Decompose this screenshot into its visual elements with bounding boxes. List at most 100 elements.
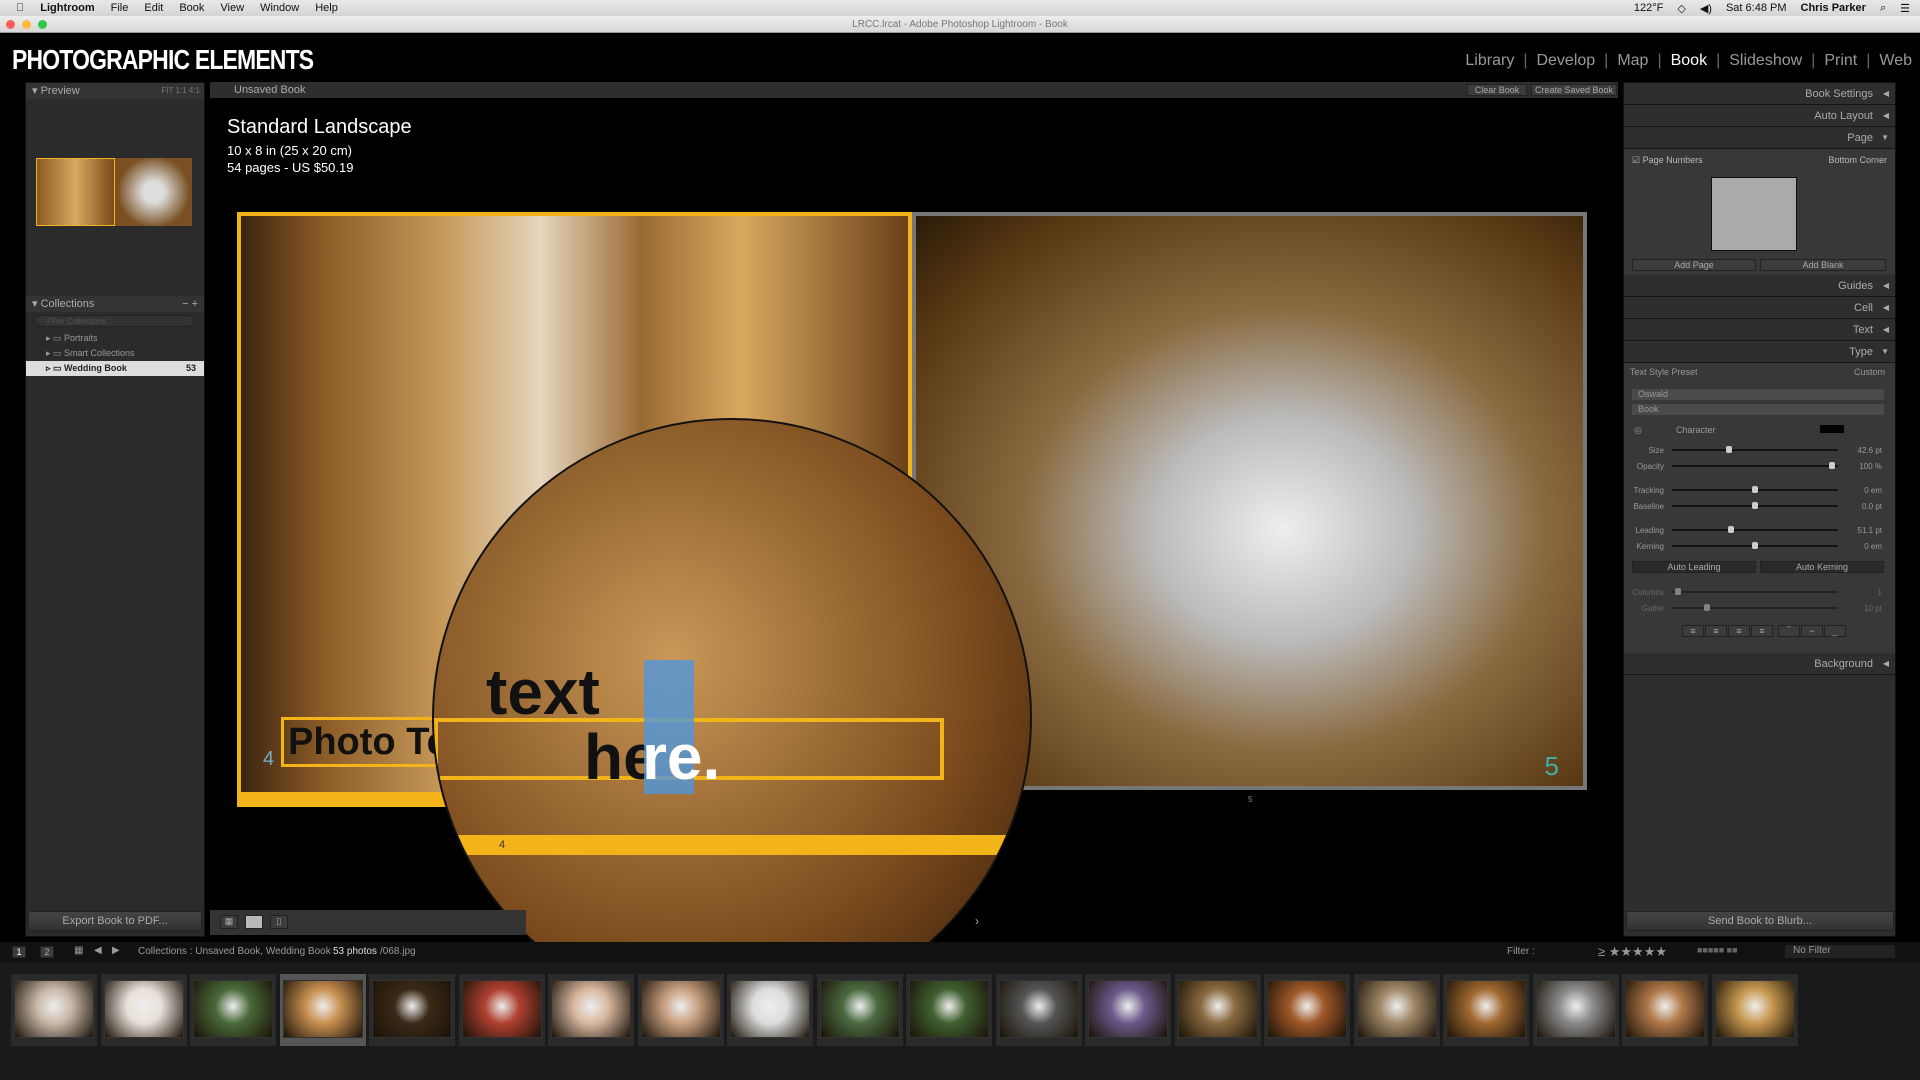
- create-saved-book-button[interactable]: Create Saved Book: [1531, 84, 1617, 96]
- section-cell[interactable]: Cell ◀: [1624, 297, 1895, 319]
- module-slideshow[interactable]: Slideshow: [1729, 52, 1802, 70]
- slider-value[interactable]: 0.0 pt: [1842, 502, 1882, 511]
- slider-track[interactable]: [1672, 604, 1838, 611]
- slider-opacity[interactable]: Opacity 100 %: [1624, 459, 1894, 473]
- filmstrip-thumbnail[interactable]: [461, 980, 542, 1038]
- slider-track[interactable]: [1672, 462, 1838, 469]
- slider-knob[interactable]: [1728, 526, 1734, 533]
- window-1-button[interactable]: 1: [12, 946, 26, 958]
- section-text[interactable]: Text ◀: [1624, 319, 1895, 341]
- menu-book[interactable]: Book: [179, 2, 204, 14]
- list-icon[interactable]: ☰: [1900, 2, 1910, 15]
- zoom-4-1[interactable]: 4:1: [189, 86, 200, 95]
- apple-icon[interactable]: : [16, 2, 24, 14]
- module-print[interactable]: Print: [1824, 52, 1857, 70]
- slider-kerning[interactable]: Kerning 0 em: [1624, 539, 1894, 553]
- filmstrip-thumbnail[interactable]: [282, 980, 363, 1038]
- send-to-blurb-button[interactable]: Send Book to Blurb...: [1626, 911, 1894, 931]
- align-right-icon[interactable]: ≡: [1728, 625, 1750, 637]
- slider-track[interactable]: [1672, 588, 1838, 595]
- collection-filter-input[interactable]: Filter Collections: [34, 315, 194, 327]
- forward-icon[interactable]: ▶: [112, 945, 120, 956]
- module-library[interactable]: Library: [1465, 52, 1514, 70]
- add-blank-button[interactable]: Add Blank: [1760, 259, 1886, 271]
- filmstrip-thumbnail[interactable]: [1088, 980, 1168, 1038]
- slider-knob[interactable]: [1726, 446, 1733, 453]
- add-collection-icon[interactable]: − +: [182, 296, 198, 312]
- slider-columns[interactable]: Columns 1: [1624, 585, 1894, 599]
- slider-leading[interactable]: Leading 51.1 pt: [1624, 523, 1894, 537]
- add-page-button[interactable]: Add Page: [1632, 259, 1756, 271]
- menu-help[interactable]: Help: [315, 2, 338, 14]
- filmstrip-thumbnail[interactable]: [14, 980, 94, 1038]
- page-numbers-position[interactable]: Bottom Corner: [1828, 155, 1887, 165]
- back-icon[interactable]: ◀: [94, 945, 102, 956]
- grid-icon[interactable]: ▦: [74, 945, 83, 956]
- export-pdf-button[interactable]: Export Book to PDF...: [28, 911, 202, 931]
- auto-kerning-button[interactable]: Auto Kerning: [1760, 561, 1884, 573]
- zoom-fit[interactable]: FIT: [161, 86, 173, 95]
- auto-leading-button[interactable]: Auto Leading: [1632, 561, 1756, 573]
- current-file[interactable]: /068.jpg: [380, 946, 416, 957]
- filter-preset-select[interactable]: No Filter: [1785, 945, 1895, 958]
- collection-wedding-book[interactable]: ▹ ▭ Wedding Book 53: [26, 361, 204, 376]
- close-button[interactable]: [6, 20, 15, 29]
- section-guides[interactable]: Guides ◀: [1624, 275, 1895, 297]
- section-page[interactable]: Page ▼: [1624, 127, 1895, 149]
- filmstrip-thumbnail[interactable]: [193, 980, 273, 1038]
- font-style-select[interactable]: Book: [1632, 404, 1884, 415]
- slider-value[interactable]: 10 pt: [1842, 604, 1882, 613]
- font-family-select[interactable]: Oswald: [1632, 389, 1884, 400]
- slider-track[interactable]: [1672, 542, 1838, 549]
- slider-value[interactable]: 100 %: [1842, 462, 1882, 471]
- slider-knob[interactable]: [1752, 486, 1758, 493]
- module-map[interactable]: Map: [1617, 52, 1648, 70]
- filmstrip-thumbnail[interactable]: [551, 980, 631, 1038]
- filmstrip-thumbnail[interactable]: [103, 980, 184, 1038]
- slider-track[interactable]: [1672, 486, 1838, 493]
- section-book-settings[interactable]: Book Settings ◀: [1624, 83, 1895, 105]
- collection-smart[interactable]: ▸ ▭ Smart Collections: [26, 346, 204, 361]
- slider-value[interactable]: 1: [1842, 588, 1882, 597]
- multi-page-view-icon[interactable]: ▦: [220, 915, 238, 929]
- section-auto-layout[interactable]: Auto Layout ◀: [1624, 105, 1895, 127]
- rating-filter[interactable]: ≥ ★★★★★: [1598, 944, 1667, 960]
- filmstrip-thumbnail[interactable]: [1177, 980, 1258, 1038]
- align-bottom-icon[interactable]: _: [1824, 625, 1846, 637]
- filmstrip-thumbnail[interactable]: [1535, 980, 1616, 1038]
- clear-book-button[interactable]: Clear Book: [1467, 84, 1527, 96]
- page-numbers-checkbox[interactable]: ☑ Page Numbers: [1632, 155, 1703, 166]
- menu-view[interactable]: View: [220, 2, 244, 14]
- align-middle-icon[interactable]: −: [1801, 625, 1823, 637]
- menu-app[interactable]: Lightroom: [40, 2, 94, 14]
- filmstrip-thumbnail[interactable]: [640, 980, 721, 1038]
- slider-value[interactable]: 0 em: [1842, 542, 1882, 551]
- clock[interactable]: Sat 6:48 PM: [1726, 2, 1787, 14]
- slider-knob[interactable]: [1752, 542, 1758, 549]
- slider-value[interactable]: 42.6 pt: [1842, 446, 1882, 455]
- module-develop[interactable]: Develop: [1536, 52, 1595, 70]
- align-left-icon[interactable]: ≡: [1682, 625, 1704, 637]
- filmstrip-thumbnail[interactable]: [1714, 980, 1795, 1038]
- search-icon[interactable]: ⌕: [1880, 2, 1886, 15]
- filmstrip-source[interactable]: Collections : Unsaved Book, Wedding Book: [138, 946, 331, 957]
- slider-gutter[interactable]: Gutter 10 pt: [1624, 601, 1894, 615]
- preview-header[interactable]: ▾ Preview FIT 1:1 4:1: [26, 83, 204, 99]
- text-style-select[interactable]: Custom: [1854, 367, 1885, 377]
- target-adjust-icon[interactable]: ◎: [1634, 425, 1642, 436]
- slider-value[interactable]: 0 em: [1842, 486, 1882, 495]
- module-book[interactable]: Book: [1671, 52, 1707, 70]
- menu-edit[interactable]: Edit: [144, 2, 163, 14]
- slider-knob[interactable]: [1704, 604, 1710, 611]
- page-template-preview[interactable]: [1711, 177, 1797, 251]
- filmstrip-thumbnail[interactable]: [909, 980, 989, 1038]
- next-page-icon[interactable]: ›: [975, 914, 979, 928]
- zoom-button[interactable]: [38, 20, 47, 29]
- slider-knob[interactable]: [1752, 502, 1758, 509]
- single-page-view-icon[interactable]: ▯: [270, 915, 288, 929]
- section-type[interactable]: Type ▼: [1624, 341, 1895, 363]
- filmstrip-thumbnail[interactable]: [730, 980, 810, 1038]
- filmstrip-thumbnail[interactable]: [819, 980, 900, 1038]
- slider-tracking[interactable]: Tracking 0 em: [1624, 483, 1894, 497]
- slider-track[interactable]: [1672, 446, 1838, 453]
